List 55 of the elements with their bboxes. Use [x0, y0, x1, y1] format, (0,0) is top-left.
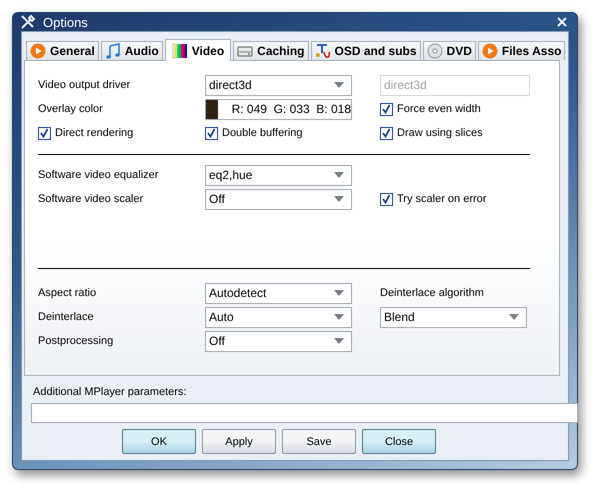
checkbox-label: Double buffering: [222, 127, 303, 139]
caret-icon: [334, 82, 344, 88]
checkbox-label: Force even width: [397, 103, 481, 115]
caret-icon: [334, 172, 344, 178]
checkbox-label: Draw using slices: [397, 127, 483, 139]
field-label: Deinterlace algorithm: [380, 287, 484, 299]
dropdown[interactable]: Blend: [380, 306, 527, 328]
dropdown[interactable]: Off: [205, 188, 352, 210]
field-label: Postprocessing: [38, 335, 114, 347]
field-label: Software video scaler: [38, 193, 144, 205]
music-note-icon: [104, 43, 121, 59]
parameters-input[interactable]: [31, 403, 578, 423]
dialog-button[interactable]: Save: [282, 429, 356, 454]
tab[interactable]: DVD: [422, 41, 476, 60]
tab[interactable]: Caching: [233, 41, 309, 60]
play-icon: [482, 43, 498, 59]
dropdown[interactable]: Auto: [205, 306, 352, 328]
dropdown[interactable]: Off: [205, 330, 352, 352]
field-label: Aspect ratio: [38, 287, 96, 299]
checkbox[interactable]: [38, 126, 51, 140]
tab[interactable]: Audio: [100, 41, 163, 60]
caret-icon: [334, 314, 344, 320]
disc-icon: [426, 43, 443, 59]
caret-icon: [334, 290, 344, 296]
checkbox-label: Try scaler on error: [397, 193, 486, 205]
play-icon: [30, 43, 46, 59]
parameters-label: Additional MPlayer parameters:: [33, 386, 188, 398]
checkbox[interactable]: [380, 192, 393, 206]
field-label: Software video equalizer: [38, 169, 158, 181]
field-label: Deinterlace: [38, 311, 94, 323]
tab[interactable]: General: [26, 41, 99, 60]
caret-icon: [334, 196, 344, 202]
tab[interactable]: OSD and subs: [310, 41, 421, 60]
dialog-button[interactable]: Close: [362, 429, 436, 454]
checkbox[interactable]: [380, 102, 393, 116]
color-picker[interactable]: R: 049 G: 033 B: 018: [205, 98, 352, 120]
tab[interactable]: Files Asso: [478, 41, 566, 60]
checkbox[interactable]: [380, 126, 393, 140]
field-label: Video output driver: [38, 79, 130, 91]
dropdown[interactable]: Autodetect: [205, 282, 352, 304]
dropdown[interactable]: direct3d: [205, 74, 352, 96]
checkbox-label: Direct rendering: [55, 127, 134, 139]
dialog-button[interactable]: Apply: [202, 429, 276, 454]
tab[interactable]: Video: [164, 39, 232, 61]
dropdown[interactable]: eq2,hue: [205, 164, 352, 186]
window-title: Options: [43, 14, 89, 30]
tools-icon: [20, 14, 36, 30]
checkbox[interactable]: [205, 126, 218, 140]
dialog-button[interactable]: OK: [122, 429, 196, 454]
caret-icon: [334, 338, 344, 344]
field-label: Overlay color: [38, 103, 103, 115]
text-style-icon: [314, 43, 331, 59]
color-bars-icon: [172, 42, 188, 58]
caret-icon: [509, 314, 519, 320]
close-icon[interactable]: [557, 17, 567, 27]
